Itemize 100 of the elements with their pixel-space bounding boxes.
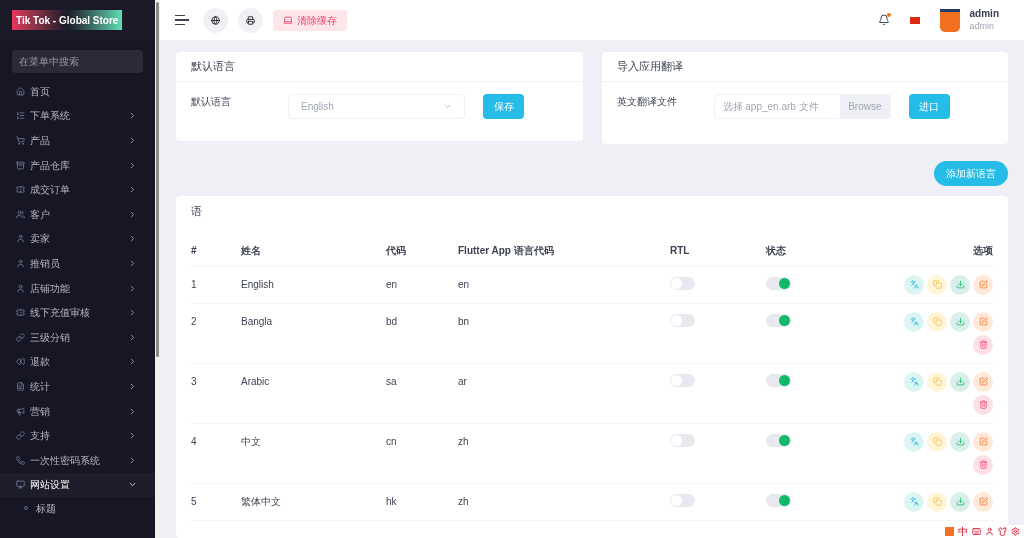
sidebar-item[interactable]: 成交订单: [0, 177, 155, 202]
print-button[interactable]: [238, 7, 263, 33]
shirt-icon[interactable]: [998, 527, 1007, 536]
edit-button[interactable]: [973, 311, 993, 332]
chevron-right-icon: [128, 111, 137, 121]
card-title: 语: [191, 203, 203, 219]
sidebar-item[interactable]: 退款: [0, 349, 155, 375]
sidebar-item[interactable]: 产品仓库: [0, 152, 155, 178]
edit-button[interactable]: [973, 371, 993, 392]
shopping-bag-avatar-icon[interactable]: [939, 8, 960, 32]
sidebar-item[interactable]: 卖家: [0, 226, 155, 252]
table-cell: Arabic: [241, 375, 270, 387]
sidebar-item[interactable]: 推销员: [0, 251, 155, 276]
table-cell: 2: [191, 315, 197, 327]
chevron-down-icon: [443, 102, 452, 111]
status-toggle[interactable]: [766, 373, 791, 387]
copy-button[interactable]: [927, 431, 947, 452]
translate-button[interactable]: [904, 311, 924, 332]
bell-icon[interactable]: [877, 14, 890, 26]
table-cell: cn: [386, 435, 397, 447]
download-button[interactable]: [950, 274, 970, 295]
trash-icon: [978, 400, 988, 409]
translate-icon: [909, 437, 919, 446]
translate-icon: [909, 317, 919, 326]
chevron-right-icon: [128, 283, 137, 293]
copy-button[interactable]: [927, 371, 947, 392]
table-cell: zh: [458, 495, 469, 507]
sidebar-item[interactable]: 线下充值审核: [0, 300, 155, 325]
sidebar-item[interactable]: 网站设置: [0, 472, 155, 498]
sidebar-item[interactable]: 统计: [0, 374, 155, 399]
sidebar-item[interactable]: 支持: [0, 423, 155, 448]
column-header: 状态: [766, 245, 786, 257]
edit-button[interactable]: [973, 431, 993, 452]
sidebar-subitem[interactable]: 标题: [0, 497, 155, 520]
copy-button[interactable]: [927, 311, 947, 332]
translate-button[interactable]: [904, 431, 924, 452]
user-icon[interactable]: [985, 527, 994, 536]
table-cell: 繁体中文: [241, 495, 281, 507]
copy-button[interactable]: [927, 491, 947, 512]
status-toggle[interactable]: [766, 276, 791, 290]
table-cell: 4: [191, 435, 197, 447]
translate-button[interactable]: [904, 491, 924, 512]
user-name: admin: [969, 8, 999, 21]
sidebar-item[interactable]: 三级分销: [0, 324, 155, 350]
sidebar-item[interactable]: 首页: [0, 79, 155, 104]
sidebar-item[interactable]: 下单系统: [0, 103, 155, 129]
chevron-right-icon: [128, 136, 137, 145]
input-mode-label[interactable]: 中: [958, 524, 968, 538]
menu-search-field[interactable]: 在菜单中搜索: [12, 50, 143, 73]
sidebar-item[interactable]: 产品: [0, 128, 155, 153]
table-cell: bd: [386, 315, 398, 327]
sidebar-item[interactable]: 客户: [0, 201, 155, 227]
edit-icon: [978, 317, 988, 326]
table-cell: zh: [458, 435, 469, 447]
globe-button[interactable]: [203, 7, 228, 33]
download-button[interactable]: [950, 491, 970, 512]
sidebar-item[interactable]: 一次性密码系统: [0, 447, 155, 473]
chevron-right-icon: [128, 357, 137, 367]
delete-button[interactable]: [973, 334, 993, 355]
edit-button[interactable]: [973, 274, 993, 295]
delete-button[interactable]: [973, 394, 993, 415]
sidebar-item[interactable]: 店铺功能: [0, 275, 155, 301]
link-icon: [16, 332, 25, 342]
column-header: #: [191, 245, 197, 257]
copy-icon: [932, 497, 942, 506]
store-logo: Tik Tok - Global Store: [12, 10, 123, 30]
user-role: admin: [969, 20, 996, 32]
translate-button[interactable]: [904, 274, 924, 295]
scrollbar-thumb[interactable]: [156, 2, 159, 357]
table-cell: 5: [191, 495, 197, 507]
rewind-icon: [16, 357, 25, 367]
flag-icon[interactable]: [909, 16, 920, 24]
column-header: 姓名: [241, 245, 261, 257]
settings-icon[interactable]: [1011, 527, 1020, 536]
user-icon: [16, 283, 25, 293]
field-label: 默认语言: [191, 95, 232, 109]
table-cell: en: [386, 278, 398, 290]
status-toggle[interactable]: [766, 313, 791, 327]
download-button[interactable]: [950, 311, 970, 332]
status-toggle[interactable]: [766, 493, 791, 507]
download-button[interactable]: [950, 431, 970, 452]
list-icon: [16, 111, 25, 121]
copy-icon: [932, 317, 942, 326]
menu-icon[interactable]: [175, 14, 189, 26]
edit-button[interactable]: [973, 491, 993, 512]
delete-button[interactable]: [973, 454, 993, 475]
card-title: 默认语言: [176, 52, 583, 82]
table-cell: 3: [191, 375, 197, 387]
chevron-right-icon: [128, 308, 137, 318]
column-header: RTL: [670, 245, 690, 257]
download-button[interactable]: [950, 371, 970, 392]
table-cell: ar: [458, 375, 467, 387]
keyboard-icon[interactable]: [972, 527, 981, 536]
ticket-icon: [16, 308, 25, 318]
column-header: Flutter App 语言代码: [458, 245, 554, 257]
status-toggle[interactable]: [766, 433, 791, 447]
copy-button[interactable]: [927, 274, 947, 295]
translate-button[interactable]: [904, 371, 924, 392]
sidebar-item[interactable]: 营销: [0, 398, 155, 424]
edit-icon: [978, 497, 988, 506]
